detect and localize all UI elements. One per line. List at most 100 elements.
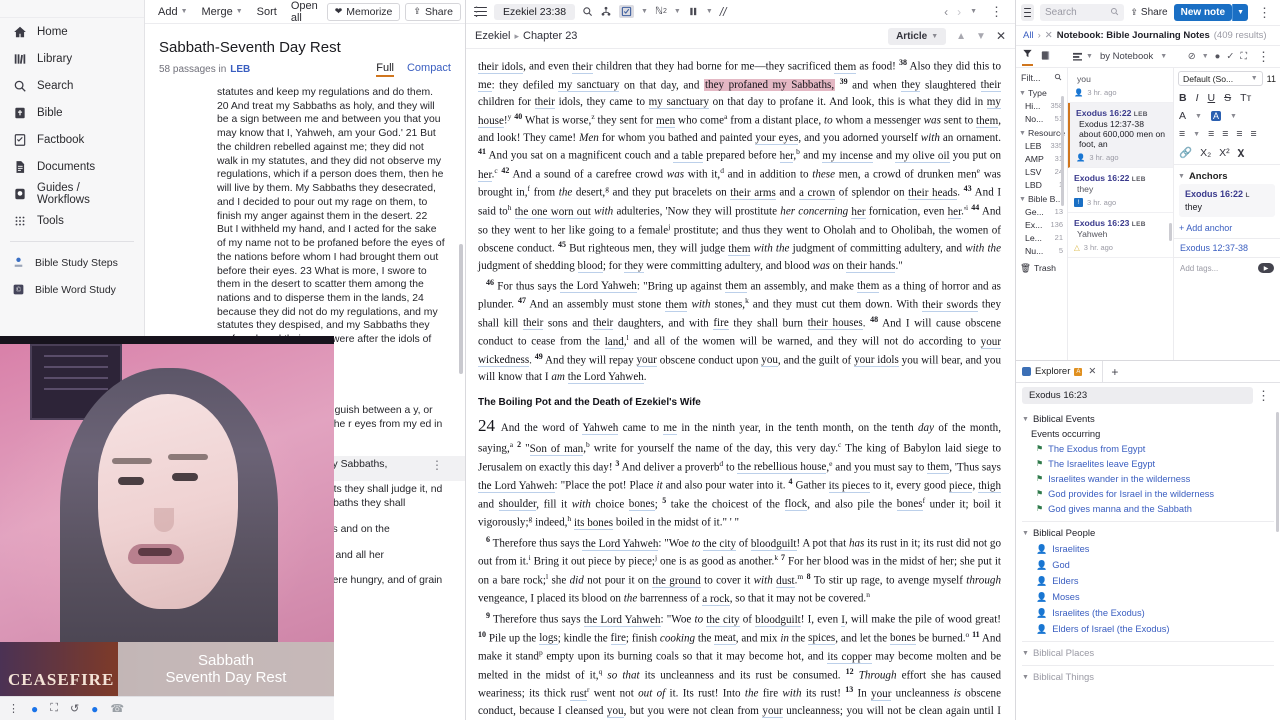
facet-row[interactable]: LSV 24 [1016, 165, 1067, 178]
explorer-reference-input[interactable]: Exodus 16:23 [1022, 387, 1253, 404]
sidebar-item-library[interactable]: Library [0, 45, 144, 72]
breadcrumb-notebook[interactable]: Notebook: Bible Journaling Notes [1057, 30, 1210, 41]
video-mic-icon[interactable]: ● [31, 702, 38, 716]
next-result-icon[interactable]: ▼ [976, 31, 986, 42]
facet-row[interactable]: Hi... 358 [1016, 99, 1067, 112]
breadcrumb-remove-icon[interactable]: ✕ [1045, 30, 1053, 41]
list-item[interactable]: 👤 God [1022, 557, 1274, 573]
sort-by-label[interactable]: by Notebook [1100, 51, 1153, 62]
chevron-down-icon[interactable]: ▼ [1160, 53, 1167, 60]
expand-icon[interactable]: ⛶ [1240, 51, 1247, 62]
footnote-icon[interactable]: ℕ2 [655, 6, 667, 17]
facet-row[interactable]: Ge... 13 [1016, 205, 1067, 218]
user-filter-icon[interactable]: ● [1215, 51, 1221, 62]
add-button[interactable]: Add ▼ [153, 4, 193, 20]
close-icon[interactable]: ✕ [1088, 366, 1096, 377]
forward-icon[interactable]: › [957, 5, 961, 19]
breadcrumb-all[interactable]: All [1023, 30, 1034, 41]
highlight-color-button[interactable]: A [1210, 111, 1221, 121]
list-item[interactable]: ⚑ The Exodus from Egypt [1022, 441, 1274, 456]
facet-group-type[interactable]: ▼ Type [1016, 85, 1067, 99]
chevron-down-icon[interactable]: ▼ [1193, 131, 1200, 138]
video-overlay[interactable]: CEASEFIRE Sabbath Seventh Day Rest ⋮ ● ⛶… [0, 336, 334, 720]
breadcrumb-chapter[interactable]: Chapter 23 [523, 30, 577, 42]
facet-row[interactable]: AMP 31 [1016, 152, 1067, 165]
list-item[interactable]: 👤 Israelites (the Exodus) [1022, 605, 1274, 621]
superscript-button[interactable]: X² [1219, 147, 1230, 159]
tab-full[interactable]: Full [376, 62, 394, 77]
sidebar-item-guides-workflows[interactable]: Guides / Workflows [0, 180, 144, 207]
font-size-value[interactable]: 11 [1267, 74, 1276, 84]
explorer-group-biblical-people[interactable]: ▼ Biblical People [1022, 521, 1274, 541]
list-item-selected[interactable]: Exodus 16:22 LEB Exodus 12:37-38 about 6… [1068, 103, 1173, 168]
back-icon[interactable]: ‹ [944, 5, 948, 19]
list-item[interactable]: ⚑ The Israelites leave Egypt [1022, 456, 1274, 471]
video-menu-icon[interactable]: ⋮ [8, 702, 19, 715]
chevron-down-icon[interactable]: ▼ [641, 8, 648, 15]
notes-overflow-menu[interactable]: ⋮ [1254, 6, 1275, 19]
prev-result-icon[interactable]: ▲ [956, 31, 966, 42]
filter-funnel-icon[interactable] [1022, 48, 1033, 66]
font-family-select[interactable]: Default (So... ▼ [1178, 71, 1263, 86]
sidebar-item-documents[interactable]: Documents [0, 153, 144, 180]
explorer-group-biblical-places[interactable]: ▼ Biblical Places [1022, 641, 1274, 661]
facet-row[interactable]: Ex... 136 [1016, 218, 1067, 231]
chevron-down-icon[interactable]: ▼ [1195, 113, 1202, 120]
facet-group-bible-book[interactable]: ▼ Bible B... [1016, 191, 1067, 205]
facet-group-resource[interactable]: ▼ Resource [1016, 125, 1067, 139]
indent-increase-button[interactable]: ≡ [1251, 128, 1257, 140]
open-all-button[interactable]: Open all [286, 0, 323, 26]
new-note-dropdown[interactable]: ▼ [1232, 4, 1248, 21]
chevron-down-icon[interactable]: ▼ [674, 8, 681, 15]
subscript-button[interactable]: X₂ [1200, 147, 1211, 159]
strikethrough-button[interactable]: S [1224, 92, 1231, 104]
video-refresh-icon[interactable]: ↺ [70, 702, 79, 715]
notes-share-button[interactable]: ⇪ Share [1130, 7, 1167, 18]
add-anchor-button[interactable]: + Add anchor [1174, 217, 1280, 238]
version-link[interactable]: LEB [230, 64, 250, 75]
bible-reference-input[interactable]: Ezekiel 23:38 [494, 3, 576, 20]
italic-button[interactable]: I [1196, 92, 1199, 104]
check-circle-icon[interactable]: ✓ [1226, 51, 1234, 62]
sidebar-item-home[interactable]: Home [0, 18, 144, 45]
explorer-group-biblical-things[interactable]: ▼ Biblical Things [1022, 665, 1274, 685]
visual-filter-icon[interactable] [619, 5, 635, 18]
list-item[interactable]: ⚑ Israelites wander in the wilderness [1022, 471, 1274, 486]
list-item[interactable]: 👤 Israelites [1022, 541, 1274, 557]
video-record-icon[interactable]: ● [91, 702, 98, 716]
sort-button[interactable]: Sort [252, 4, 282, 20]
search-icon[interactable] [582, 6, 593, 17]
memorize-button[interactable]: ❤ Memorize [326, 2, 401, 21]
bible-overflow-menu[interactable]: ⋮ [986, 5, 1007, 18]
bible-text-body[interactable]: their idols, and even their children tha… [466, 49, 1015, 720]
list-item[interactable]: Exodus 16:23 LEB Yahweh △ 3 hr. ago [1068, 213, 1173, 258]
facet-row[interactable]: LEB 335 [1016, 139, 1067, 152]
explorer-group-biblical-events[interactable]: ▼ Biblical Events [1022, 410, 1274, 427]
anchors-header[interactable]: ▼ Anchors [1174, 167, 1280, 184]
video-camera-icon[interactable]: ⛶ [50, 702, 58, 715]
indent-decrease-button[interactable]: ≡ [1236, 128, 1242, 140]
align-button[interactable]: ≡ [1179, 128, 1185, 140]
facets-scrollbar[interactable] [1061, 96, 1064, 206]
chevron-down-icon[interactable]: ▼ [706, 8, 713, 15]
no-filter-icon[interactable]: ⊘ [1188, 51, 1196, 62]
list-item[interactable]: 👤 Elders [1022, 573, 1274, 589]
passage-entry[interactable]: statutes and keep my regulations and do … [145, 84, 465, 371]
new-note-button[interactable]: New note [1173, 4, 1233, 21]
text-color-button[interactable]: A [1179, 110, 1186, 122]
hierarchy-icon[interactable] [600, 6, 612, 17]
bold-button[interactable]: B [1179, 92, 1187, 104]
linked-reference[interactable]: Exodus 12:37-38 [1174, 238, 1280, 257]
link-icon[interactable]: 🔗 [1179, 146, 1192, 159]
passage-entry-menu[interactable]: ⋮ [431, 458, 443, 474]
anchor-card[interactable]: Exodus 16:22 L they [1179, 184, 1275, 217]
sidebar-item-bible[interactable]: Bible [0, 99, 144, 126]
list-item[interactable]: you 👤 3 hr. ago [1068, 68, 1173, 103]
chevron-down-icon[interactable]: ▼ [970, 8, 977, 15]
list-item[interactable]: 👤 Elders of Israel (the Exodus) [1022, 621, 1274, 637]
search-input[interactable]: Search [1040, 4, 1125, 21]
sidebar-item-bible-word-study[interactable]: © Bible Word Study [0, 276, 144, 303]
share-button[interactable]: ⇪ Share [405, 2, 461, 21]
notebook-list-icon[interactable] [1040, 50, 1051, 64]
facet-row[interactable]: No... 51 [1016, 112, 1067, 125]
